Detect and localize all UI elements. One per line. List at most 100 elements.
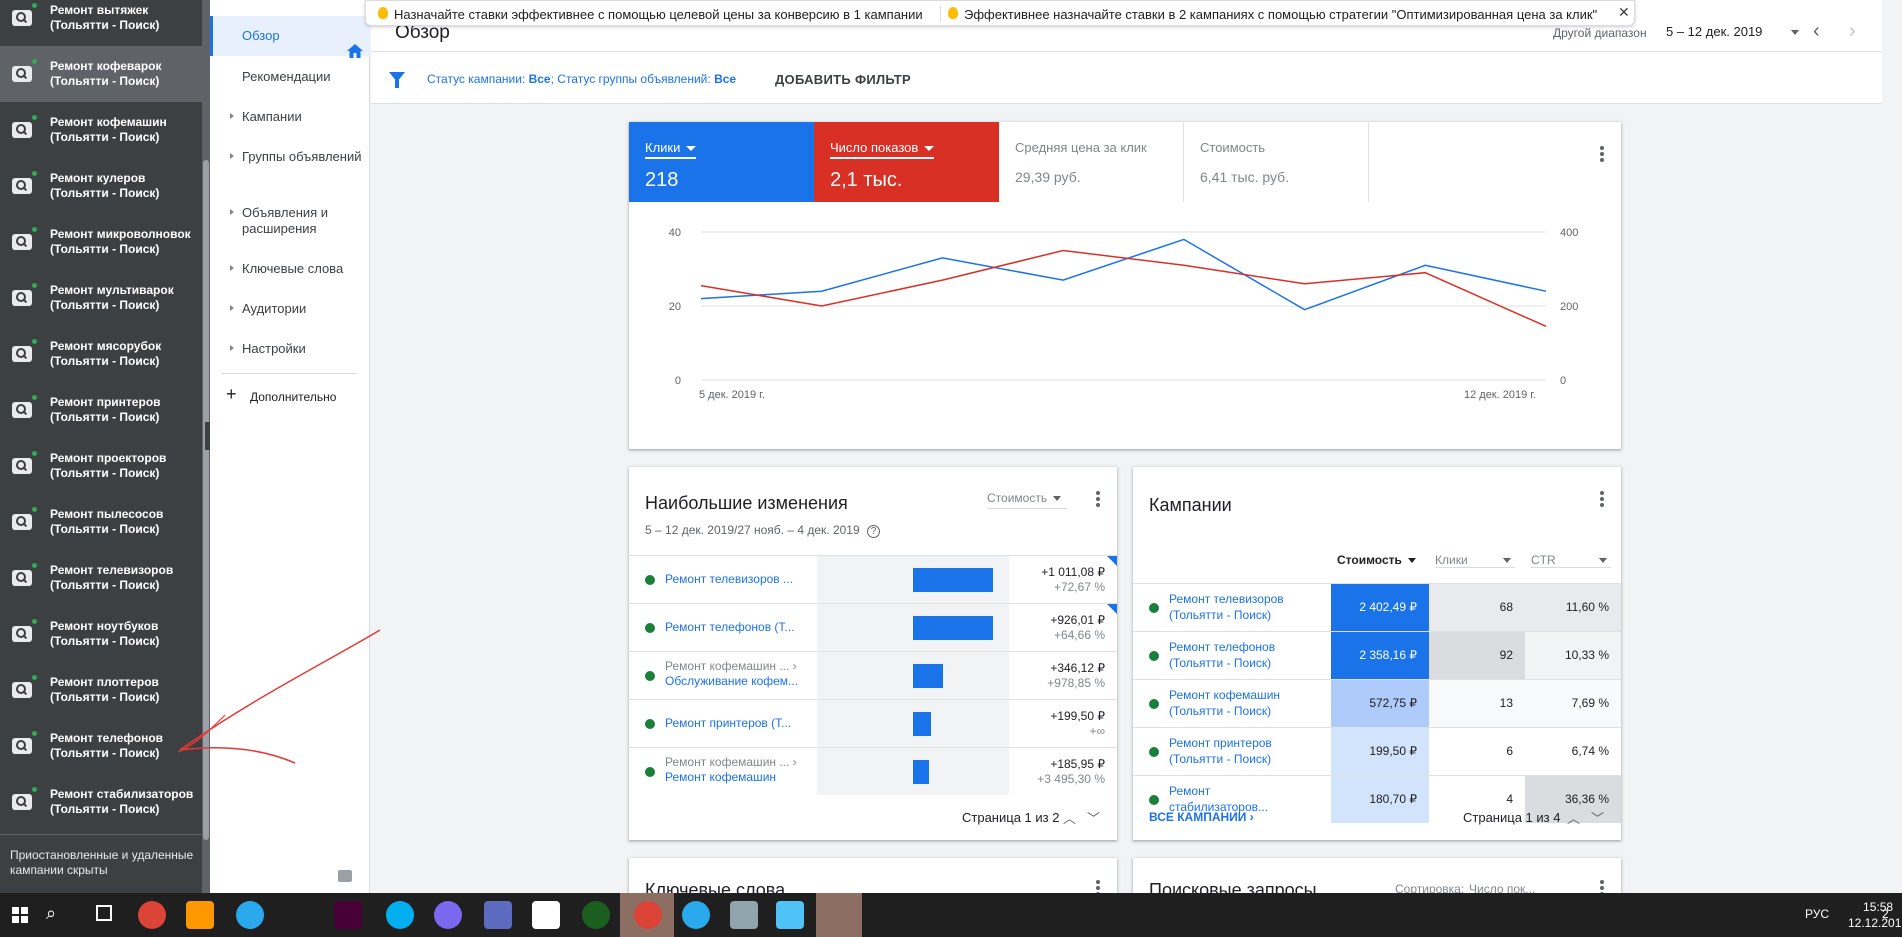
date-range-caret-icon[interactable] xyxy=(1791,30,1799,35)
filter-icon[interactable] xyxy=(389,72,405,88)
campaign-list-item[interactable]: Ремонт принтеров (Тольятти - Поиск) xyxy=(0,382,202,438)
campaign-list-item[interactable]: Ремонт телевизоров (Тольятти - Поиск) xyxy=(0,550,202,606)
keepass-icon[interactable] xyxy=(484,901,512,929)
expand-arrow-icon xyxy=(230,209,234,215)
sublime-icon[interactable] xyxy=(186,901,214,929)
display-icon[interactable] xyxy=(776,901,804,929)
campaign-list-item[interactable]: Ремонт пылесосов (Тольятти - Поиск) xyxy=(0,494,202,550)
column-header-clicks[interactable]: Клики xyxy=(1435,553,1515,568)
change-row-campaign[interactable]: Ремонт телевизоров ... xyxy=(665,572,813,587)
nav-overview[interactable]: Обзор xyxy=(210,16,370,58)
recommendation-text-1[interactable]: Назначайте ставки эффективнее с помощью … xyxy=(394,7,923,22)
chart-more-icon[interactable] xyxy=(1600,146,1604,162)
campaign-name-suffix[interactable]: (Тольятти - Поиск) xyxy=(1169,752,1309,767)
change-row-campaign[interactable]: Ремонт телефонов (Т... xyxy=(665,620,813,635)
changes-more-icon[interactable] xyxy=(1096,491,1100,507)
windows-start-icon[interactable] xyxy=(12,907,28,923)
changes-row[interactable]: Ремонт телефонов (Т... +926,01 ₽ +64,66 % xyxy=(629,603,1117,651)
feedback-icon[interactable] xyxy=(338,870,352,882)
yandex-icon[interactable] xyxy=(532,901,560,929)
campaign-list-item[interactable]: Ремонт кулеров (Тольятти - Поиск) xyxy=(0,158,202,214)
date-range-select[interactable]: 5 – 12 дек. 2019 xyxy=(1666,24,1762,39)
all-campaigns-link[interactable]: ВСЕ КАМПАНИИ › xyxy=(1149,810,1254,824)
changes-row[interactable]: Ремонт телевизоров ... +1 011,08 ₽ +72,67 … xyxy=(629,555,1117,603)
chevron-down-icon[interactable]: ﹀ xyxy=(1591,808,1604,827)
series-line xyxy=(700,249,1547,328)
search-campaign-icon xyxy=(12,122,32,138)
campaign-list-item[interactable]: Ремонт кофемашин (Тольятти - Поиск) xyxy=(0,102,202,158)
language-indicator[interactable]: РУС xyxy=(1805,907,1829,921)
skype-icon[interactable] xyxy=(386,901,414,929)
campaigns-more-icon[interactable] xyxy=(1600,491,1604,507)
recommendation-text-2[interactable]: Эффективнее назначайте ставки в 2 кампан… xyxy=(964,7,1612,22)
campaign-name[interactable]: Ремонт телевизоров xyxy=(1169,592,1309,607)
metric-cost-value: 6,41 тыс. руб. xyxy=(1200,169,1290,185)
campaign-clicks-cell: 68 xyxy=(1429,584,1525,631)
main-content: Обзор Другой диапазон 5 – 12 дек. 2019 ‹… xyxy=(371,0,1882,893)
change-row-adgroup[interactable]: Обслуживание кофем... xyxy=(665,674,813,689)
search-icon[interactable]: ⌕ xyxy=(46,903,56,924)
y-left-tick-label: 20 xyxy=(669,301,681,313)
telegram-icon[interactable] xyxy=(682,901,710,929)
campaign-list-item-label: Ремонт телевизоров (Тольятти - Поиск) xyxy=(50,563,174,592)
taskbar-active-app[interactable] xyxy=(816,893,862,937)
campaign-list-item[interactable]: Ремонт мультиварок (Тольятти - Поиск) xyxy=(0,270,202,326)
queries-more-icon[interactable] xyxy=(1600,880,1604,893)
campaign-name-suffix[interactable]: (Тольятти - Поиск) xyxy=(1169,656,1309,671)
campaign-list-item[interactable]: Ремонт вытяжек (Тольятти - Поиск) xyxy=(0,0,202,46)
app-icon[interactable] xyxy=(582,901,610,929)
change-row-adgroup[interactable]: Ремонт кофемашин xyxy=(665,770,813,785)
campaign-list-item[interactable]: Ремонт микроволновок (Тольятти - Поиск) xyxy=(0,214,202,270)
campaign-list-item[interactable]: Ремонт проекторов (Тольятти - Поиск) xyxy=(0,438,202,494)
column-header-cost[interactable]: Стоимость xyxy=(1337,553,1416,567)
campaigns-row[interactable]: Ремонт телевизоров (Тольятти - Поиск) 2 40… xyxy=(1133,583,1621,631)
chevron-up-icon[interactable]: ︿ xyxy=(1063,808,1076,827)
add-filter-button[interactable]: ДОБАВИТЬ ФИЛЬТР xyxy=(775,72,911,87)
campaigns-row[interactable]: Ремонт телефонов (Тольятти - Поиск) 2 358,… xyxy=(1133,631,1621,679)
change-row-campaign[interactable]: Ремонт кофемашин ... › xyxy=(665,659,813,674)
campaign-name-suffix[interactable]: (Тольятти - Поиск) xyxy=(1169,608,1309,623)
chevron-down-icon[interactable]: ﹀ xyxy=(1087,808,1100,827)
expand-arrow-icon xyxy=(230,345,234,351)
metric-clicks[interactable]: Клики 218 xyxy=(629,122,814,202)
status-enabled-dot xyxy=(32,227,37,232)
chrome-icon[interactable] xyxy=(634,901,662,929)
campaign-list-item[interactable]: Ремонт стабилизаторов (Тольятти - Поиск) xyxy=(0,774,202,830)
close-icon[interactable]: ✕ xyxy=(1618,4,1630,21)
changes-row[interactable]: Ремонт кофемашин ... › Обслуживание кофем… xyxy=(629,651,1117,699)
notification-count[interactable]: 2 xyxy=(1882,907,1889,921)
campaign-list-item[interactable]: Ремонт мясорубок (Тольятти - Поиск) xyxy=(0,326,202,382)
metric-avg-cpc[interactable]: Средняя цена за клик 29,39 руб. xyxy=(999,122,1184,202)
campaign-name[interactable]: Ремонт кофемашин xyxy=(1169,688,1309,703)
campaign-name-suffix[interactable]: (Тольятти - Поиск) xyxy=(1169,704,1309,719)
clock[interactable]: 15:5812.12.2019 xyxy=(1848,899,1902,931)
campaigns-row[interactable]: Ремонт кофемашин (Тольятти - Поиск) 572,75… xyxy=(1133,679,1621,727)
chrome-icon[interactable] xyxy=(138,901,166,929)
chevron-up-icon[interactable]: ︿ xyxy=(1567,808,1580,827)
sort-select[interactable]: Стоимость xyxy=(987,491,1067,509)
column-header-ctr[interactable]: CTR xyxy=(1531,553,1611,568)
next-period-button[interactable]: › xyxy=(1849,20,1856,43)
metric-impressions[interactable]: Число показов 2,1 тыс. xyxy=(814,122,999,202)
filter-summary[interactable]: Статус кампании: Все; Статус группы объя… xyxy=(427,72,736,86)
keywords-more-icon[interactable] xyxy=(1096,880,1100,893)
change-row-campaign[interactable]: Ремонт принтеров (Т... xyxy=(665,716,813,731)
campaign-name[interactable]: Ремонт принтеров xyxy=(1169,736,1309,751)
changes-row[interactable]: Ремонт кофемашин ... › Ремонт кофемашин +1… xyxy=(629,747,1117,795)
campaign-name[interactable]: Ремонт телефонов xyxy=(1169,640,1309,655)
campaign-list-item[interactable]: Ремонт кофеварок (Тольятти - Поиск) xyxy=(0,46,202,102)
network-app-icon[interactable] xyxy=(730,901,758,929)
y-left-tick-label: 40 xyxy=(669,227,681,239)
previous-period-button[interactable]: ‹ xyxy=(1813,20,1820,43)
campaigns-row[interactable]: Ремонт принтеров (Тольятти - Поиск) 199,50… xyxy=(1133,727,1621,775)
adobe-xd-icon[interactable] xyxy=(334,901,362,929)
status-enabled-dot xyxy=(32,339,37,344)
messenger-icon[interactable] xyxy=(434,901,462,929)
changes-row[interactable]: Ремонт принтеров (Т... +199,50 ₽ +∞ xyxy=(629,699,1117,747)
campaign-name[interactable]: Ремонт xyxy=(1169,784,1309,799)
task-view-icon[interactable] xyxy=(96,905,112,921)
sort-select[interactable]: Число пок... xyxy=(1469,882,1535,893)
change-row-campaign[interactable]: Ремонт кофемашин ... › xyxy=(665,755,813,770)
telegram-icon[interactable] xyxy=(236,901,264,929)
metric-cost[interactable]: Стоимость 6,41 тыс. руб. xyxy=(1184,122,1369,202)
